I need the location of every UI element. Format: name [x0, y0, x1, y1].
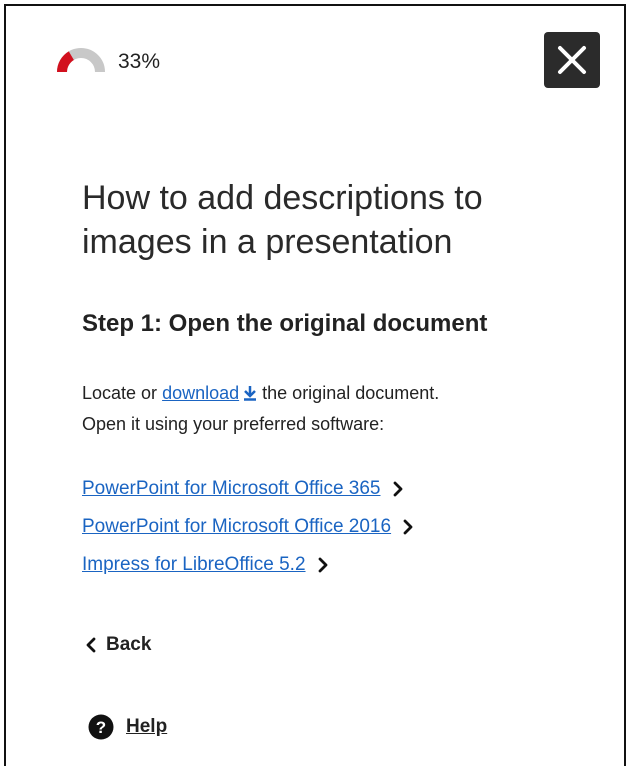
progress-indicator: 33% — [56, 48, 160, 76]
chevron-left-icon — [86, 637, 96, 653]
back-label: Back — [106, 634, 152, 655]
chevron-right-icon[interactable] — [403, 519, 413, 535]
help-link[interactable]: ? Help — [88, 714, 167, 740]
instructions-prefix: Locate or — [82, 383, 158, 403]
instructions-line-1: Locate or download the original document… — [82, 378, 602, 409]
software-link-libreoffice[interactable]: Impress for LibreOffice 5.2 — [82, 546, 306, 584]
instructions-line-2: Open it using your preferred software: — [82, 414, 385, 434]
page-title: How to add descriptions to images in a p… — [82, 179, 483, 261]
back-button[interactable]: Back — [86, 634, 151, 656]
chevron-right-icon[interactable] — [318, 557, 328, 573]
question-circle-icon: ? — [88, 714, 114, 740]
download-link-label: download — [162, 383, 240, 403]
download-link[interactable]: download — [162, 383, 257, 403]
software-link-list: PowerPoint for Microsoft Office 365 Powe… — [82, 470, 413, 584]
step-panel: 33% How to add descriptions to images in… — [4, 4, 626, 766]
close-button[interactable] — [544, 32, 600, 88]
software-link-item: PowerPoint for Microsoft Office 365 — [82, 470, 413, 508]
step-instructions: Locate or download the original document… — [82, 378, 602, 440]
software-link-item: Impress for LibreOffice 5.2 — [82, 546, 413, 584]
help-label: Help — [126, 716, 168, 737]
chevron-right-icon[interactable] — [393, 481, 403, 497]
svg-text:?: ? — [96, 718, 106, 737]
software-link-office-365[interactable]: PowerPoint for Microsoft Office 365 — [82, 470, 381, 508]
progress-gauge — [56, 48, 106, 76]
progress-percent: 33% — [118, 50, 161, 73]
progress-gauge-fill — [57, 51, 75, 73]
software-link-office-2016[interactable]: PowerPoint for Microsoft Office 2016 — [82, 508, 391, 546]
instructions-suffix: the original document. — [262, 383, 440, 403]
step-heading: Step 1: Open the original document — [82, 310, 488, 337]
download-icon — [244, 386, 257, 401]
software-link-item: PowerPoint for Microsoft Office 2016 — [82, 508, 413, 546]
close-icon — [558, 46, 586, 74]
